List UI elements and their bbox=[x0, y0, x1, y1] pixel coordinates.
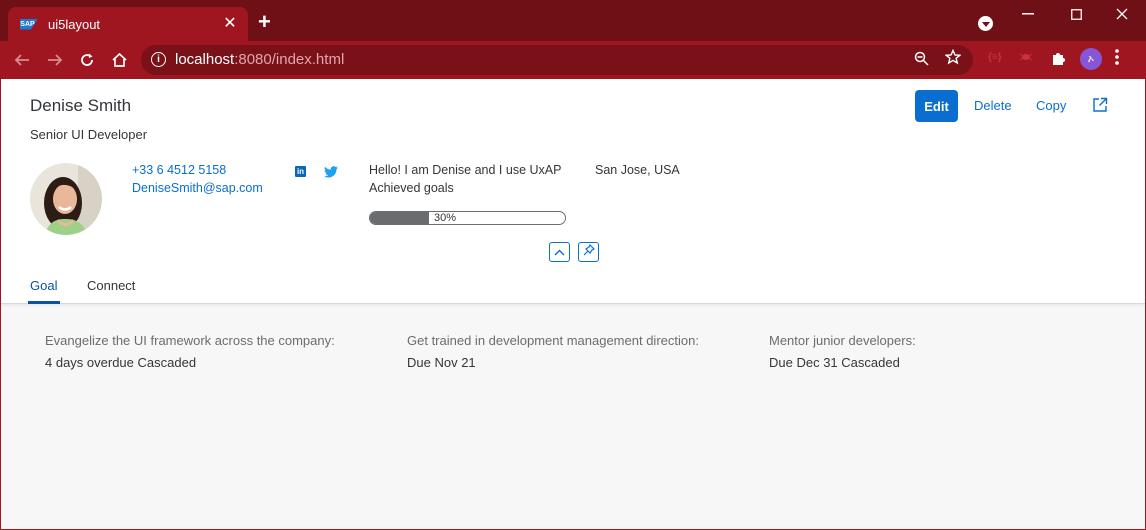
intro-text: Hello! I am Denise and I use UxAP bbox=[369, 163, 562, 177]
tab-title: ui5layout bbox=[48, 16, 101, 32]
browser-titlebar: SAP ui5layout ✕ + bbox=[0, 0, 1146, 41]
goal-title: Get trained in development management di… bbox=[407, 333, 699, 348]
anchor-bar: Goal Connect bbox=[1, 275, 1145, 304]
minimize-icon[interactable] bbox=[1018, 4, 1038, 24]
phone-link[interactable]: +33 6 4512 5158 bbox=[132, 163, 226, 177]
goal-item: Evangelize the UI framework across the c… bbox=[45, 333, 335, 370]
progress-indicator: 30% bbox=[369, 211, 566, 225]
url-text[interactable]: localhost:8080/index.html bbox=[175, 51, 344, 68]
pin-header-button[interactable] bbox=[578, 242, 599, 262]
location-text: San Jose, USA bbox=[595, 163, 680, 177]
collapse-icon bbox=[554, 243, 565, 261]
share-icon[interactable] bbox=[1092, 97, 1108, 113]
info-icon[interactable]: i bbox=[151, 52, 166, 67]
twitter-icon[interactable] bbox=[324, 165, 338, 178]
linkedin-icon[interactable]: in bbox=[295, 166, 306, 177]
progress-label: 30% bbox=[432, 212, 457, 224]
maximize-icon[interactable] bbox=[1066, 4, 1086, 24]
collapse-header-button[interactable] bbox=[549, 242, 570, 262]
extension-braces-icon[interactable]: {≡} bbox=[988, 52, 1002, 63]
tab-connect[interactable]: Connect bbox=[87, 278, 135, 293]
email-link[interactable]: DeniseSmith@sap.com bbox=[132, 181, 263, 195]
profile-avatar[interactable]: ኦ bbox=[1080, 48, 1102, 70]
star-icon[interactable] bbox=[944, 48, 962, 70]
object-page-header: Denise Smith Senior UI Developer Edit De… bbox=[1, 79, 1145, 304]
tab-selected-indicator bbox=[28, 301, 60, 304]
achieved-goals-label: Achieved goals bbox=[369, 181, 454, 195]
avatar bbox=[30, 163, 102, 235]
goal-item: Mentor junior developers: Due Dec 31 Cas… bbox=[769, 333, 916, 370]
copy-button[interactable]: Copy bbox=[1036, 98, 1066, 113]
goal-status: Due Nov 21 bbox=[407, 355, 476, 370]
progress-fill bbox=[370, 212, 429, 224]
edit-button[interactable]: Edit bbox=[915, 90, 958, 122]
menu-icon[interactable] bbox=[1115, 49, 1119, 70]
forward-icon[interactable] bbox=[45, 50, 65, 70]
page-title: Denise Smith bbox=[30, 96, 132, 115]
goal-status: Due Dec 31 Cascaded bbox=[769, 355, 900, 370]
goal-status: 4 days overdue Cascaded bbox=[45, 355, 197, 370]
home-icon[interactable] bbox=[109, 50, 129, 70]
puzzle-icon[interactable] bbox=[1050, 50, 1067, 72]
tab-goal[interactable]: Goal bbox=[30, 278, 57, 293]
back-icon[interactable] bbox=[12, 50, 32, 70]
close-icon[interactable]: ✕ bbox=[222, 16, 238, 32]
reload-icon[interactable] bbox=[77, 50, 97, 70]
goal-title: Mentor junior developers: bbox=[769, 333, 916, 348]
browser-tab[interactable]: SAP ui5layout ✕ bbox=[8, 7, 248, 41]
extension-bug-icon[interactable] bbox=[1019, 52, 1033, 65]
page-content: Denise Smith Senior UI Developer Edit De… bbox=[0, 79, 1146, 530]
page-subtitle: Senior UI Developer bbox=[30, 127, 148, 142]
browser-toolbar: i localhost:8080/index.html {≡} ኦ bbox=[0, 41, 1146, 79]
goal-item: Get trained in development management di… bbox=[407, 333, 699, 370]
zoom-icon[interactable] bbox=[914, 51, 929, 70]
pin-icon bbox=[583, 243, 595, 261]
new-tab-button[interactable]: + bbox=[258, 11, 271, 33]
window-close-icon[interactable] bbox=[1112, 4, 1132, 24]
tab-search-icon[interactable] bbox=[978, 16, 993, 31]
goal-title: Evangelize the UI framework across the c… bbox=[45, 333, 335, 348]
sap-logo-icon: SAP bbox=[20, 18, 38, 30]
delete-button[interactable]: Delete bbox=[974, 98, 1012, 113]
address-bar[interactable]: i localhost:8080/index.html bbox=[141, 45, 973, 75]
